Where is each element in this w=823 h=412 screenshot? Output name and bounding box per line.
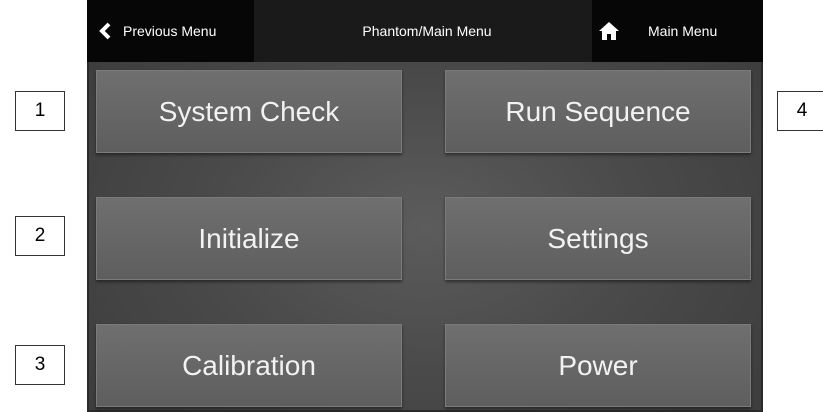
top-bar: Previous Menu Phantom/Main Menu Main Men… [87, 0, 763, 62]
callout-1: 1 [15, 91, 65, 131]
main-menu-button[interactable]: Main Menu [592, 0, 763, 62]
callout-3: 3 [15, 345, 65, 385]
home-icon [599, 22, 619, 40]
previous-menu-label: Previous Menu [123, 23, 217, 39]
power-button[interactable]: Power [445, 324, 751, 407]
run-sequence-button[interactable]: Run Sequence [445, 70, 751, 153]
system-check-button[interactable]: System Check [96, 70, 402, 153]
callout-4: 4 [777, 91, 823, 131]
initialize-button[interactable]: Initialize [96, 197, 402, 280]
device-screen: Previous Menu Phantom/Main Menu Main Men… [87, 0, 763, 412]
callout-2: 2 [15, 216, 65, 256]
calibration-button[interactable]: Calibration [96, 324, 402, 407]
page-title: Phantom/Main Menu [362, 23, 492, 39]
chevron-left-icon [99, 22, 111, 40]
previous-menu-button[interactable]: Previous Menu [87, 0, 254, 62]
main-menu-label: Main Menu [648, 23, 718, 39]
settings-button[interactable]: Settings [445, 197, 751, 280]
